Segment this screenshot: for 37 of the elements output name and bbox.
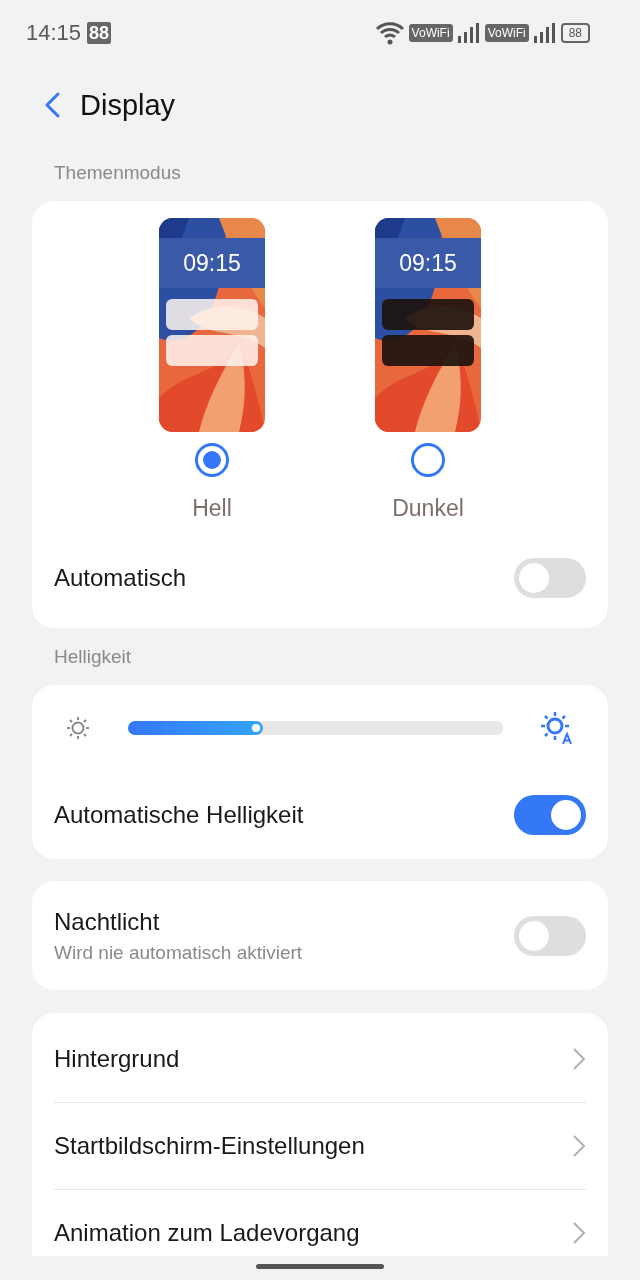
theme-preview[interactable]: 09:15 bbox=[159, 218, 265, 432]
menu-item[interactable]: Hintergrund bbox=[54, 1016, 586, 1102]
theme-preview[interactable]: 09:15 bbox=[375, 218, 481, 432]
setting-subtitle: Wird nie automatisch aktiviert bbox=[54, 941, 304, 964]
sun-icon bbox=[66, 716, 90, 740]
signal-icon bbox=[456, 22, 481, 44]
preview-clock: 09:15 bbox=[182, 250, 242, 277]
toggle-switch[interactable] bbox=[514, 795, 586, 835]
section-label: Themenmodus bbox=[53, 160, 182, 185]
page-title: Display bbox=[80, 88, 176, 122]
vowifi-badge: VoWiFi bbox=[484, 24, 529, 42]
radio-button[interactable] bbox=[195, 443, 229, 477]
item-label: Animation zum Ladevorgang bbox=[54, 1219, 361, 1247]
chevron-icon bbox=[572, 1047, 586, 1071]
theme-label: Hell bbox=[192, 495, 232, 522]
signal-icon bbox=[532, 22, 557, 44]
preview-clock: 09:15 bbox=[398, 250, 458, 277]
setting-label: Automatische Helligkeit bbox=[54, 801, 305, 829]
chevron-icon bbox=[572, 1134, 586, 1158]
section-label: Helligkeit bbox=[53, 644, 133, 669]
toggle-switch[interactable] bbox=[514, 915, 586, 956]
vowifi-badge: VoWiFi bbox=[408, 24, 453, 42]
menu-item[interactable]: Startbildschirm-Einstellungen bbox=[54, 1102, 586, 1189]
battery-icon: 88 bbox=[560, 23, 590, 43]
wifi-icon bbox=[374, 21, 405, 45]
toggle-switch[interactable] bbox=[514, 558, 586, 598]
item-label: Startbildschirm-Einstellungen bbox=[54, 1132, 366, 1160]
radio-button[interactable] bbox=[411, 443, 445, 477]
setting-label: Nachtlicht bbox=[54, 907, 161, 936]
item-label: Hintergrund bbox=[54, 1045, 181, 1073]
notification-badge: 88 bbox=[87, 22, 112, 44]
auto-brightness-icon bbox=[540, 711, 574, 745]
theme-label: Dunkel bbox=[392, 495, 464, 522]
setting-label: Automatisch bbox=[54, 564, 188, 592]
brightness-slider[interactable] bbox=[128, 721, 503, 735]
status-time: 14:15 bbox=[26, 20, 82, 46]
chevron-icon bbox=[572, 1221, 586, 1245]
